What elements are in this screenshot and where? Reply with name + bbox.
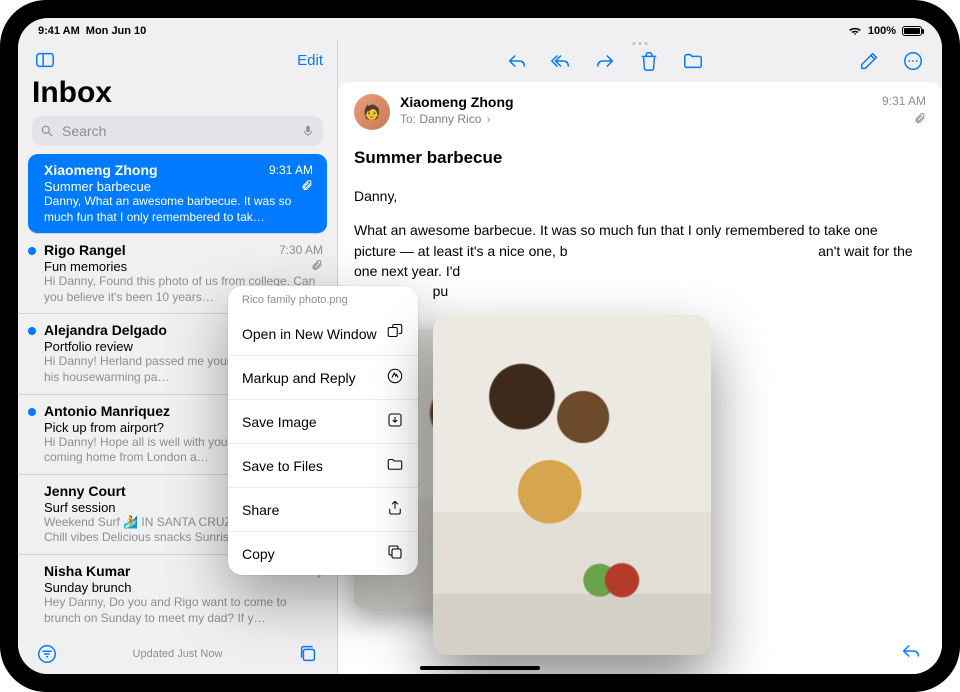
compose-button[interactable]: [856, 48, 882, 74]
list-preview: Hey Danny, Do you and Rigo want to come …: [44, 595, 323, 626]
quick-reply-button[interactable]: [898, 638, 924, 664]
search-input[interactable]: [60, 122, 295, 140]
updated-status: Updated Just Now: [60, 648, 295, 660]
list-sender: Nisha Kumar: [44, 563, 130, 579]
context-menu-item[interactable]: Save Image: [228, 399, 418, 443]
multitask-grip[interactable]: [633, 42, 648, 45]
message-body: Danny, What an awesome barbecue. It was …: [338, 172, 942, 321]
folder-icon: [386, 455, 404, 476]
list-subject: Surf session: [44, 500, 116, 515]
list-sender: Rigo Rangel: [44, 242, 126, 258]
menu-item-label: Copy: [242, 546, 275, 562]
message-time: 9:31 AM: [882, 94, 926, 108]
sidebar-toggle-button[interactable]: [32, 47, 58, 73]
list-subject: Sunday brunch: [44, 580, 131, 595]
list-preview: Danny, What an awesome barbecue. It was …: [44, 194, 313, 225]
search-field[interactable]: [32, 116, 323, 146]
list-sender: Alejandra Delgado: [44, 322, 167, 338]
context-menu-item[interactable]: Save to Files: [228, 443, 418, 487]
move-button[interactable]: [680, 48, 706, 74]
list-time: 7:30 AM: [279, 243, 323, 257]
unread-dot-icon: [28, 327, 36, 335]
unread-dot-icon: [28, 247, 36, 255]
wifi-icon: [848, 26, 862, 36]
dictate-icon[interactable]: [301, 124, 315, 138]
multi-window-button[interactable]: [295, 641, 321, 667]
battery-percent: 100%: [868, 25, 896, 37]
sender-avatar[interactable]: 🧑: [354, 94, 390, 130]
copy-icon: [386, 543, 404, 564]
attachment-icon: [882, 112, 926, 127]
more-button[interactable]: [900, 48, 926, 74]
context-menu-title: Rico family photo.png: [228, 286, 418, 312]
list-sender: Xiaomeng Zhong: [44, 162, 158, 178]
attachment-context-menu: Rico family photo.png Open in New Window…: [228, 286, 418, 575]
battery-icon: [902, 26, 922, 36]
home-indicator[interactable]: [420, 666, 540, 670]
chevron-right-icon: ›: [487, 114, 491, 126]
menu-item-label: Save Image: [242, 414, 317, 430]
filter-button[interactable]: [34, 641, 60, 667]
attachment-drag-preview[interactable]: [433, 315, 711, 655]
list-subject: Pick up from airport?: [44, 420, 164, 435]
message-list-item[interactable]: Xiaomeng Zhong 9:31 AM Summer barbecueDann…: [28, 154, 327, 234]
status-date: Mon Jun 10: [86, 25, 147, 37]
list-time: 9:31 AM: [269, 163, 313, 177]
list-subject: Portfolio review: [44, 339, 133, 354]
list-subject: Summer barbecue: [44, 179, 151, 194]
new-window-icon: [386, 323, 404, 344]
list-subject: Fun memories: [44, 259, 127, 274]
share-icon: [386, 499, 404, 520]
edit-button[interactable]: Edit: [297, 52, 323, 69]
forward-button[interactable]: [592, 48, 618, 74]
mailbox-title: Inbox: [32, 76, 323, 110]
context-menu-item[interactable]: Open in New Window: [228, 312, 418, 355]
message-subject: Summer barbecue: [338, 138, 942, 172]
menu-item-label: Open in New Window: [242, 326, 377, 342]
reply-all-button[interactable]: [548, 48, 574, 74]
to-line[interactable]: To: Danny Rico ›: [400, 112, 514, 126]
list-sender: Jenny Court: [44, 483, 126, 499]
menu-item-label: Share: [242, 502, 279, 518]
status-bar: 9:41 AM Mon Jun 10 100%: [18, 18, 942, 40]
menu-item-label: Markup and Reply: [242, 370, 356, 386]
markup-icon: [386, 367, 404, 388]
context-menu-item[interactable]: Copy: [228, 531, 418, 575]
unread-dot-icon: [28, 408, 36, 416]
search-icon: [40, 124, 54, 138]
from-name[interactable]: Xiaomeng Zhong: [400, 94, 514, 110]
status-time: 9:41 AM: [38, 25, 80, 37]
attachment-icon: [301, 179, 313, 194]
context-menu-item[interactable]: Markup and Reply: [228, 355, 418, 399]
context-menu-item[interactable]: Share: [228, 487, 418, 531]
save-down-icon: [386, 411, 404, 432]
reply-button[interactable]: [504, 48, 530, 74]
message-toolbar: [338, 40, 942, 82]
menu-item-label: Save to Files: [242, 458, 323, 474]
delete-button[interactable]: [636, 48, 662, 74]
attachment-icon: [311, 259, 323, 274]
list-sender: Antonio Manriquez: [44, 403, 170, 419]
